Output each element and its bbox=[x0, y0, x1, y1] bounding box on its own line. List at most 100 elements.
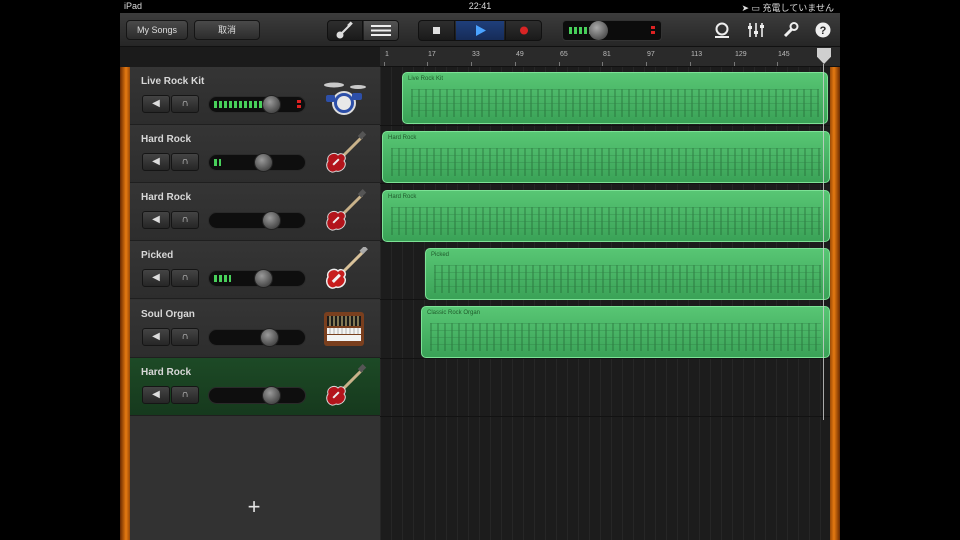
lane-divider bbox=[380, 183, 830, 184]
headphones-icon: ∩ bbox=[181, 389, 189, 400]
track-header[interactable]: Live Rock Kit ◀ ∩ bbox=[130, 67, 380, 125]
solo-button[interactable]: ∩ bbox=[171, 211, 199, 229]
add-track-button[interactable]: + bbox=[242, 496, 266, 520]
master-volume-knob[interactable] bbox=[589, 21, 608, 40]
speaker-mute-icon: ◀ bbox=[152, 389, 160, 400]
ruler-mark bbox=[602, 62, 603, 66]
ruler-mark bbox=[777, 62, 778, 66]
volume-knob[interactable] bbox=[254, 153, 273, 172]
speaker-mute-icon: ◀ bbox=[152, 156, 160, 167]
ruler-mark bbox=[515, 62, 516, 66]
garageband-screen: iPad 22:41 ➤ ▭ 充電していません My Songs 取消 ? 1 … bbox=[120, 0, 840, 540]
electric-guitar-icon[interactable] bbox=[320, 131, 368, 177]
clock: 22:41 bbox=[468, 1, 492, 11]
track-region[interactable]: Hard Rock bbox=[382, 131, 830, 183]
track-header[interactable]: Hard Rock ◀ ∩ bbox=[130, 183, 380, 241]
headphones-icon: ∩ bbox=[181, 272, 189, 283]
region-notes bbox=[434, 265, 821, 293]
timeline-ruler[interactable]: 1 17 33 49 65 81 97 113 129 145 bbox=[380, 47, 840, 67]
track-header[interactable]: Picked ◀ ∩ bbox=[130, 241, 380, 299]
track-region[interactable]: Live Rock Kit bbox=[402, 72, 828, 124]
stop-icon[interactable] bbox=[419, 21, 455, 40]
organ-icon[interactable] bbox=[320, 306, 368, 352]
mute-button[interactable]: ◀ bbox=[142, 269, 170, 287]
track-volume-slider[interactable] bbox=[208, 386, 306, 405]
solo-button[interactable]: ∩ bbox=[171, 269, 199, 287]
track-volume-slider[interactable] bbox=[208, 328, 306, 347]
loop-browser-icon[interactable] bbox=[711, 20, 733, 40]
drum-kit-icon[interactable] bbox=[320, 73, 368, 119]
track-header[interactable]: Hard Rock ◀ ∩ bbox=[130, 358, 380, 416]
solo-button[interactable]: ∩ bbox=[171, 328, 199, 346]
headphones-icon: ∩ bbox=[181, 214, 189, 225]
ruler-tick-label: 17 bbox=[428, 51, 436, 58]
mute-button[interactable]: ◀ bbox=[142, 328, 170, 346]
mute-button[interactable]: ◀ bbox=[142, 386, 170, 404]
region-notes bbox=[391, 207, 821, 235]
lane-divider bbox=[380, 416, 830, 417]
electric-guitar-icon[interactable] bbox=[320, 364, 368, 410]
ruler-tick-label: 65 bbox=[560, 51, 568, 58]
status-bar: iPad 22:41 ➤ ▭ 充電していません bbox=[120, 0, 840, 13]
track-region[interactable]: Classic Rock Organ bbox=[421, 306, 830, 358]
clip-indicator bbox=[297, 100, 301, 109]
volume-knob[interactable] bbox=[262, 211, 281, 230]
speaker-mute-icon: ◀ bbox=[152, 98, 160, 109]
track-name: Hard Rock bbox=[141, 134, 192, 145]
track-header[interactable]: Soul Organ ◀ ∩ bbox=[130, 300, 380, 358]
level-meter bbox=[214, 159, 221, 166]
settings-wrench-icon[interactable] bbox=[779, 20, 801, 40]
track-volume-slider[interactable] bbox=[208, 153, 306, 172]
ruler-mark bbox=[384, 62, 385, 66]
mute-button[interactable]: ◀ bbox=[142, 95, 170, 113]
ruler-tick-label: 145 bbox=[778, 51, 790, 58]
speaker-mute-icon: ◀ bbox=[152, 214, 160, 225]
track-volume-slider[interactable] bbox=[208, 269, 306, 288]
play-icon[interactable] bbox=[456, 21, 504, 40]
headphones-icon: ∩ bbox=[181, 156, 189, 167]
wood-edge-left bbox=[120, 67, 130, 540]
track-region[interactable]: Hard Rock bbox=[382, 190, 830, 242]
ruler-tick-label: 81 bbox=[603, 51, 611, 58]
speaker-mute-icon: ◀ bbox=[152, 272, 160, 283]
track-region[interactable]: Picked bbox=[425, 248, 830, 300]
ruler-tick-label: 1 bbox=[385, 51, 389, 58]
wood-edge-right bbox=[830, 67, 840, 540]
ruler-tick-label: 33 bbox=[472, 51, 480, 58]
mute-button[interactable]: ◀ bbox=[142, 211, 170, 229]
track-volume-slider[interactable] bbox=[208, 95, 306, 114]
region-notes bbox=[391, 148, 821, 176]
track-volume-slider[interactable] bbox=[208, 211, 306, 230]
region-notes bbox=[430, 323, 821, 351]
solo-button[interactable]: ∩ bbox=[171, 153, 199, 171]
tracks-view-icon[interactable] bbox=[364, 21, 398, 40]
mute-button[interactable]: ◀ bbox=[142, 153, 170, 171]
solo-button[interactable]: ∩ bbox=[171, 386, 199, 404]
headphones-icon: ∩ bbox=[181, 98, 189, 109]
track-name: Picked bbox=[141, 250, 174, 261]
mixer-icon[interactable] bbox=[745, 20, 767, 40]
lane-divider bbox=[380, 125, 830, 126]
track-header[interactable]: Hard Rock ◀ ∩ bbox=[130, 125, 380, 183]
my-songs-button[interactable]: My Songs bbox=[126, 20, 188, 40]
ruler-mark bbox=[646, 62, 647, 66]
record-icon[interactable] bbox=[505, 21, 541, 40]
track-name: Hard Rock bbox=[141, 192, 192, 203]
volume-knob[interactable] bbox=[262, 386, 281, 405]
solo-button[interactable]: ∩ bbox=[171, 95, 199, 113]
region-label: Picked bbox=[431, 252, 450, 258]
view-toggle bbox=[327, 20, 399, 41]
volume-knob[interactable] bbox=[262, 95, 281, 114]
master-volume-slider[interactable] bbox=[562, 20, 662, 41]
volume-knob[interactable] bbox=[260, 328, 279, 347]
ruler-mark bbox=[427, 62, 428, 66]
region-label: Hard Rock bbox=[388, 194, 417, 200]
ruler-mark bbox=[734, 62, 735, 66]
volume-knob[interactable] bbox=[254, 269, 273, 288]
electric-guitar-icon[interactable] bbox=[320, 189, 368, 235]
help-icon[interactable]: ? bbox=[812, 20, 834, 40]
level-meter bbox=[214, 275, 231, 282]
bass-guitar-icon[interactable] bbox=[320, 245, 368, 293]
undo-button[interactable]: 取消 bbox=[194, 20, 260, 40]
instrument-guitar-icon[interactable] bbox=[328, 21, 363, 40]
